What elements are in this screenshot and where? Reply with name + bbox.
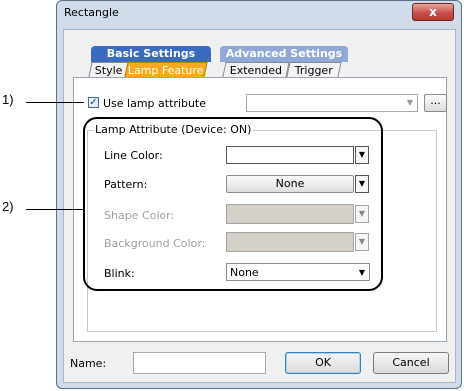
device-browse-button[interactable]: ... xyxy=(424,94,447,112)
use-lamp-attribute-checkbox[interactable]: ✓ xyxy=(88,97,99,108)
close-icon: x xyxy=(429,5,437,19)
tab-style-label: Style xyxy=(94,64,123,77)
tab-style[interactable]: Style xyxy=(88,62,129,77)
cancel-button[interactable]: Cancel xyxy=(373,352,449,374)
callout-leader-1 xyxy=(26,102,84,103)
callout-marker-2: 2) xyxy=(2,199,14,214)
tab-trigger[interactable]: Trigger xyxy=(286,62,342,77)
lamp-device-combo[interactable]: ▼ xyxy=(246,94,418,112)
close-button[interactable]: x xyxy=(412,3,454,21)
name-label: Name: xyxy=(70,357,107,370)
tab-group-basic-settings[interactable]: Basic Settings xyxy=(91,46,211,62)
use-lamp-attribute-label: Use lamp attribute xyxy=(103,97,207,110)
tab-extended[interactable]: Extended xyxy=(222,62,290,77)
callout-marker-1: 1) xyxy=(2,92,14,107)
tab-lamp-feature-label: Lamp Feature xyxy=(127,64,204,77)
tab-group-advanced-settings[interactable]: Advanced Settings xyxy=(220,46,348,62)
tab-trigger-label: Trigger xyxy=(294,64,333,77)
tab-lamp-feature[interactable]: Lamp Feature xyxy=(124,62,208,77)
name-input[interactable] xyxy=(133,352,266,374)
chevron-down-icon: ▼ xyxy=(406,98,413,107)
ok-button[interactable]: OK xyxy=(285,352,361,374)
callout-leader-2 xyxy=(26,209,83,210)
window-title: Rectangle xyxy=(64,6,119,19)
tab-extended-label: Extended xyxy=(229,64,282,77)
callout-box-2 xyxy=(83,117,383,291)
checkmark-icon: ✓ xyxy=(89,97,98,108)
